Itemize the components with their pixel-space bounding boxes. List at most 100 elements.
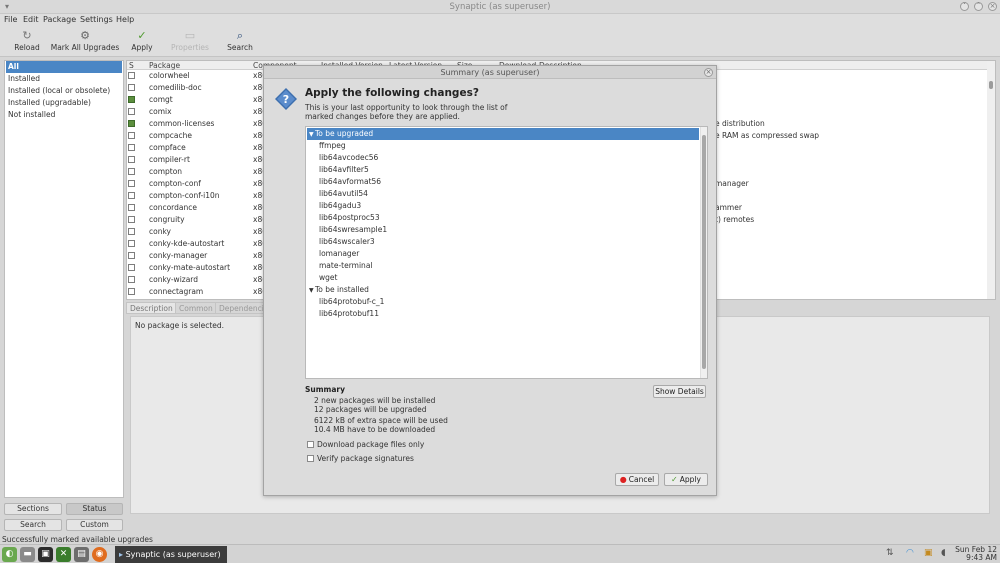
summary-line: 12 packages will be upgraded: [314, 405, 427, 414]
tree-package-item[interactable]: lib64avcodec56: [307, 152, 699, 164]
show-desktop-icon[interactable]: ▬: [20, 547, 35, 562]
package-status-checkbox[interactable]: [128, 168, 135, 175]
filter-installed[interactable]: Installed: [6, 73, 122, 85]
volume-icon[interactable]: ◖: [941, 548, 946, 561]
package-status-checkbox[interactable]: [128, 120, 135, 127]
filter-installed-local[interactable]: Installed (local or obsolete): [6, 85, 122, 97]
package-status-checkbox[interactable]: [128, 252, 135, 259]
tree-package-item[interactable]: ffmpeg: [307, 140, 699, 152]
menu-file[interactable]: File: [4, 15, 17, 24]
package-name: congruity: [149, 215, 185, 224]
tree-package-item[interactable]: lib64avformat56: [307, 176, 699, 188]
filter-not-installed[interactable]: Not installed: [6, 109, 122, 121]
firefox-icon[interactable]: ◉: [92, 547, 107, 562]
clock[interactable]: Sun Feb 12 9:43 AM: [955, 546, 997, 562]
package-status-checkbox[interactable]: [128, 276, 135, 283]
package-list-scrollbar[interactable]: [987, 61, 995, 299]
synaptic-icon: ▸: [119, 550, 124, 559]
checkmark-icon: ✓: [671, 475, 678, 484]
package-name: conky-kde-autostart: [149, 239, 225, 248]
package-status-checkbox[interactable]: [128, 180, 135, 187]
package-status-checkbox[interactable]: [128, 228, 135, 235]
apply-button[interactable]: ✓ Apply: [126, 29, 158, 55]
package-status-checkbox[interactable]: [128, 144, 135, 151]
menu-edit[interactable]: Edit: [23, 15, 39, 24]
question-icon: ?: [275, 88, 297, 110]
tray-updates-icon[interactable]: ⇅: [886, 548, 894, 561]
package-status-checkbox[interactable]: [128, 84, 135, 91]
tree-package-item[interactable]: lib64postproc53: [307, 212, 699, 224]
file-manager-icon[interactable]: ▤: [74, 547, 89, 562]
dialog-close-icon[interactable]: ×: [704, 68, 713, 77]
tree-package-item[interactable]: lib64swscaler3: [307, 236, 699, 248]
col-status[interactable]: S: [129, 61, 134, 70]
package-status-checkbox[interactable]: [128, 108, 135, 115]
tree-package-item[interactable]: lib64gadu3: [307, 200, 699, 212]
package-status-checkbox[interactable]: [128, 72, 135, 79]
cancel-button[interactable]: ● Cancel: [615, 473, 659, 486]
tree-group-label: To be upgraded: [315, 129, 374, 138]
package-status-checkbox[interactable]: [128, 216, 135, 223]
terminal-icon[interactable]: ▣: [38, 547, 53, 562]
tab-description[interactable]: Description: [126, 302, 177, 314]
tree-package-item[interactable]: lomanager: [307, 248, 699, 260]
package-status-checkbox[interactable]: [128, 240, 135, 247]
summary-line: 10.4 MB have to be downloaded: [314, 425, 436, 434]
menu-settings[interactable]: Settings: [80, 15, 113, 24]
search-filter-button[interactable]: Search: [4, 519, 62, 531]
start-menu-icon[interactable]: ◐: [2, 547, 17, 562]
search-icon: ⌕: [236, 29, 244, 42]
tree-package-item[interactable]: wget: [307, 272, 699, 284]
tree-package-item[interactable]: lib64protobuf11: [307, 308, 699, 320]
filter-list: All Installed Installed (local or obsole…: [4, 60, 124, 498]
minimize-icon[interactable]: ˅: [960, 2, 969, 11]
package-description: t) remotes: [715, 215, 755, 224]
properties-button[interactable]: ▭ Properties: [168, 29, 212, 55]
tab-common[interactable]: Common: [175, 302, 217, 314]
menu-help[interactable]: Help: [116, 15, 134, 24]
maximize-icon[interactable]: ˄: [974, 2, 983, 11]
package-name: comedilib-doc: [149, 83, 202, 92]
package-status-checkbox[interactable]: [128, 204, 135, 211]
filter-all[interactable]: All: [6, 61, 122, 73]
sections-button[interactable]: Sections: [4, 503, 62, 515]
tree-package-item[interactable]: lib64avfilter5: [307, 164, 699, 176]
menu-package[interactable]: Package: [43, 15, 76, 24]
dialog-apply-button[interactable]: ✓ Apply: [664, 473, 708, 486]
package-status-checkbox[interactable]: [128, 192, 135, 199]
reload-button[interactable]: ↻ Reload: [10, 29, 44, 55]
dialog-title: Summary (as superuser): [440, 68, 540, 77]
package-status-checkbox[interactable]: [128, 156, 135, 163]
wifi-icon[interactable]: ◠: [906, 548, 914, 561]
package-name: compton: [149, 167, 183, 176]
package-status-checkbox[interactable]: [128, 96, 135, 103]
package-name: compface: [149, 143, 186, 152]
package-status-checkbox[interactable]: [128, 132, 135, 139]
tree-package-item[interactable]: lib64swresample1: [307, 224, 699, 236]
package-status-checkbox[interactable]: [128, 264, 135, 271]
svg-text:?: ?: [283, 93, 289, 106]
tree-package-item[interactable]: lib64protobuf-c_1: [307, 296, 699, 308]
package-description: manager: [715, 179, 749, 188]
tree-package-item[interactable]: mate-terminal: [307, 260, 699, 272]
tree-group[interactable]: ▼To be upgraded: [307, 128, 699, 140]
mark-upgrades-icon: ⚙: [80, 29, 90, 42]
close-icon[interactable]: ×: [988, 2, 997, 11]
filter-installed-upgradable[interactable]: Installed (upgradable): [6, 97, 122, 109]
changes-tree-scrollbar[interactable]: [700, 127, 707, 378]
package-name: colorwheel: [149, 71, 190, 80]
tree-group[interactable]: ▼To be installed: [307, 284, 699, 296]
show-details-button[interactable]: Show Details: [653, 385, 706, 398]
package-status-checkbox[interactable]: [128, 288, 135, 295]
custom-button[interactable]: Custom: [66, 519, 123, 531]
dialog-heading: Apply the following changes?: [305, 87, 479, 99]
tray-p-icon[interactable]: ▣: [924, 548, 933, 561]
tree-package-item[interactable]: lib64avutil54: [307, 188, 699, 200]
taskbar-window-synaptic[interactable]: ▸ Synaptic (as superuser): [115, 546, 227, 563]
app-x-icon[interactable]: ✕: [56, 547, 71, 562]
status-button[interactable]: Status: [66, 503, 123, 515]
col-package[interactable]: Package: [149, 61, 180, 70]
taskbar: ◐ ▬ ▣ ✕ ▤ ◉ ▸ Synaptic (as superuser) ⇅ …: [0, 544, 1000, 563]
mark-all-upgrades-button[interactable]: ⚙ Mark All Upgrades: [49, 29, 121, 55]
search-button[interactable]: ⌕ Search: [223, 29, 257, 55]
